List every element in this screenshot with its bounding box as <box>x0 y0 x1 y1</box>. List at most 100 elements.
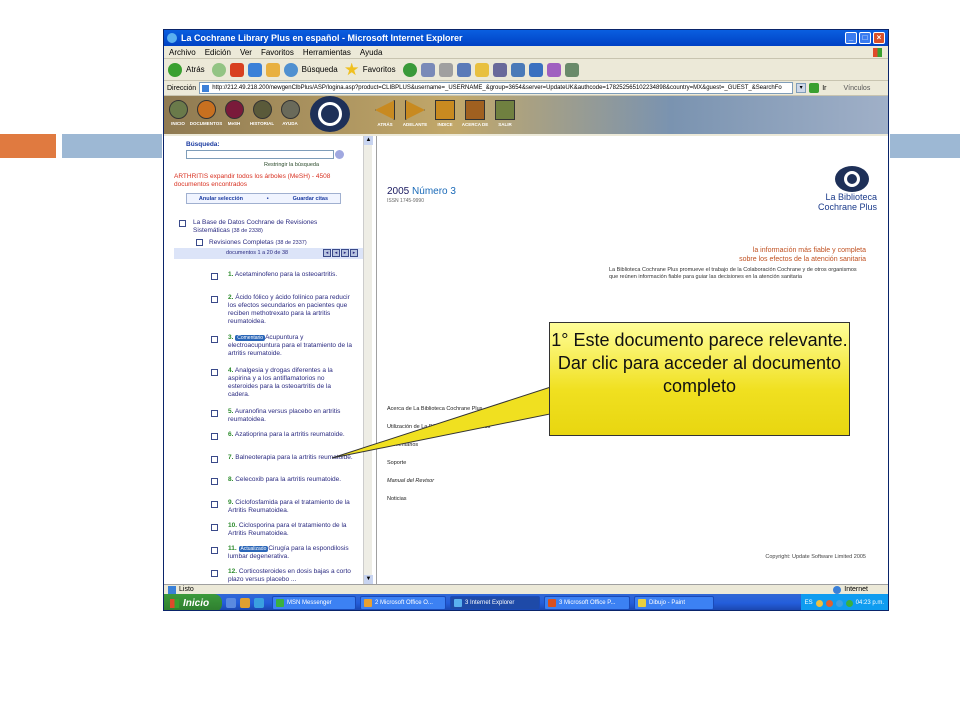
result-item[interactable]: 5. Auranofina versus placebo en artritis… <box>228 408 354 424</box>
results-scrollbar[interactable]: ▲ ▼ <box>363 136 373 584</box>
result-item[interactable]: 8. Celecoxib para la artritis reumatoide… <box>228 476 348 484</box>
folder-icon[interactable] <box>474 62 489 77</box>
discuss-icon[interactable] <box>528 62 543 77</box>
result-title[interactable]: Azatioprina para la artritis reumatoide. <box>235 431 345 438</box>
banner-indice[interactable]: INDICE <box>430 96 460 127</box>
result-checkbox[interactable] <box>211 524 218 531</box>
go-label[interactable]: Ir <box>822 85 826 92</box>
menu-ayuda[interactable]: Ayuda <box>360 48 383 57</box>
search-icon[interactable] <box>283 62 298 77</box>
database-title[interactable]: La Base de Datos Cochrane de Revisiones … <box>193 219 353 235</box>
tray-icon-1[interactable] <box>815 599 823 607</box>
edit-icon[interactable] <box>456 62 471 77</box>
result-checkbox[interactable] <box>211 433 218 440</box>
favorites-label[interactable]: Favoritos <box>363 65 396 74</box>
task-ie[interactable]: 3 Internet Explorer <box>450 596 540 610</box>
banner-salir[interactable]: SALIR <box>490 96 520 127</box>
link-comentarios[interactable]: Comentarios <box>387 442 418 448</box>
result-item[interactable]: 10. Ciclosporina para el tratamiento de … <box>228 522 354 538</box>
menu-favoritos[interactable]: Favoritos <box>261 48 294 57</box>
deselect-button[interactable]: Anular selección <box>199 196 243 202</box>
start-button[interactable]: Inicio <box>164 594 222 610</box>
result-title[interactable]: Corticosteroides en dosis bajas a corto … <box>228 568 351 583</box>
links-label[interactable]: Vínculos <box>843 85 870 92</box>
task-paint[interactable]: Dibujo - Paint <box>634 596 714 610</box>
forward-arrow-icon[interactable] <box>211 62 226 77</box>
result-title[interactable]: Acetaminofeno para la osteoartritis. <box>235 271 337 278</box>
prev-page-button[interactable]: ◂ <box>332 249 340 257</box>
result-item[interactable]: 6. Azatioprina para la artritis reumatoi… <box>228 431 348 439</box>
home-icon[interactable] <box>265 62 280 77</box>
go-arrow-icon[interactable] <box>809 83 820 93</box>
tray-icon-4[interactable] <box>845 599 853 607</box>
link-manual[interactable]: Manual del Revisor <box>387 478 434 484</box>
task-msn[interactable]: MSN Messenger <box>272 596 356 610</box>
clock[interactable]: 04:23 p.m. <box>856 600 884 606</box>
banner-adelante[interactable]: ADELANTE <box>400 96 430 127</box>
result-item[interactable]: 1. Acetaminofeno para la osteoartritis. <box>228 271 348 279</box>
stop-icon[interactable] <box>229 62 244 77</box>
first-page-button[interactable]: ◂ <box>323 249 331 257</box>
result-checkbox[interactable] <box>211 296 218 303</box>
minimize-button[interactable]: _ <box>845 32 857 44</box>
link-soporte[interactable]: Soporte <box>387 460 406 466</box>
scroll-down-button[interactable]: ▼ <box>364 575 373 584</box>
result-item[interactable]: 11. Actualizado Cirugía para la espondilo… <box>228 545 354 561</box>
result-item[interactable]: 7. Balneoterapia para la artritis reumat… <box>228 454 354 462</box>
tools-icon[interactable] <box>564 62 579 77</box>
menu-herramientas[interactable]: Herramientas <box>303 48 351 57</box>
language-indicator[interactable]: ES <box>805 600 813 606</box>
result-item[interactable]: 4. Analgesia y drogas diferentes a la as… <box>228 367 354 399</box>
search-go-icon[interactable] <box>335 150 344 159</box>
tray-icon-2[interactable] <box>825 599 833 607</box>
mail-icon[interactable] <box>420 62 435 77</box>
banner-ayuda[interactable]: AYUDA <box>276 96 304 126</box>
result-checkbox[interactable] <box>211 570 218 577</box>
quicklaunch-ie-icon[interactable] <box>254 598 264 608</box>
quicklaunch-desktop-icon[interactable] <box>226 598 236 608</box>
next-page-button[interactable]: ▸ <box>341 249 349 257</box>
search-input[interactable] <box>186 150 334 159</box>
result-item[interactable]: 2. Ácido fólico y ácido folínico para re… <box>228 294 354 326</box>
result-checkbox[interactable] <box>211 273 218 280</box>
task-office-o[interactable]: 2 Microsoft Office O... <box>360 596 446 610</box>
back-label[interactable]: Atrás <box>186 65 205 74</box>
result-checkbox[interactable] <box>211 501 218 508</box>
close-button[interactable]: × <box>873 32 885 44</box>
task-office-p[interactable]: 3 Microsoft Office P... <box>544 596 630 610</box>
quicklaunch-app-icon[interactable] <box>240 598 250 608</box>
result-title[interactable]: Auranofina versus placebo en artritis re… <box>228 408 340 423</box>
restrict-search-link[interactable]: Restringir la búsqueda <box>264 161 319 169</box>
banner-documentos[interactable]: DOCUMENTOS <box>190 96 222 126</box>
result-title[interactable]: Ciclofosfamida para el tratamiento de la… <box>228 499 350 514</box>
favorites-star-icon[interactable] <box>344 62 359 76</box>
reviews-checkbox[interactable] <box>196 239 203 246</box>
result-item[interactable]: 3. Comentario Acupuntura y electroacupunt… <box>228 334 354 358</box>
result-checkbox[interactable] <box>211 410 218 417</box>
banner-historial[interactable]: HISTORIAL <box>248 96 276 126</box>
print-icon[interactable] <box>438 62 453 77</box>
banner-atras[interactable]: ATRÁS <box>370 96 400 127</box>
result-checkbox[interactable] <box>211 547 218 554</box>
last-page-button[interactable]: ▸ <box>350 249 358 257</box>
plugin-icon[interactable] <box>546 62 561 77</box>
history-icon[interactable] <box>402 62 417 77</box>
address-dropdown[interactable]: ▾ <box>796 83 807 93</box>
maximize-button[interactable]: □ <box>859 32 871 44</box>
menu-edicion[interactable]: Edición <box>205 48 231 57</box>
link-acerca[interactable]: Acerca de La Biblioteca Cochrane Plus <box>387 406 482 412</box>
result-title[interactable]: Celecoxib para la artritis reumatoide. <box>235 476 341 483</box>
result-title[interactable]: Analgesia y drogas diferentes a la aspir… <box>228 367 333 398</box>
banner-mesh[interactable]: MeSH <box>220 96 248 126</box>
result-title[interactable]: Ciclosporina para el tratamiento de la A… <box>228 522 347 537</box>
reviews-title[interactable]: Revisiones Completas (38 de 2337) <box>209 239 307 247</box>
banner-inicio[interactable]: INICIO <box>164 96 192 126</box>
result-checkbox[interactable] <box>211 456 218 463</box>
result-item[interactable]: 9. Ciclofosfamida para el tratamiento de… <box>228 499 354 515</box>
research-icon[interactable] <box>492 62 507 77</box>
back-arrow-icon[interactable] <box>168 62 182 77</box>
messenger-icon[interactable] <box>510 62 525 77</box>
search-label[interactable]: Búsqueda <box>302 65 338 74</box>
link-noticias[interactable]: Noticias <box>387 496 407 502</box>
reviews-name[interactable]: Revisiones Completas <box>209 239 274 246</box>
